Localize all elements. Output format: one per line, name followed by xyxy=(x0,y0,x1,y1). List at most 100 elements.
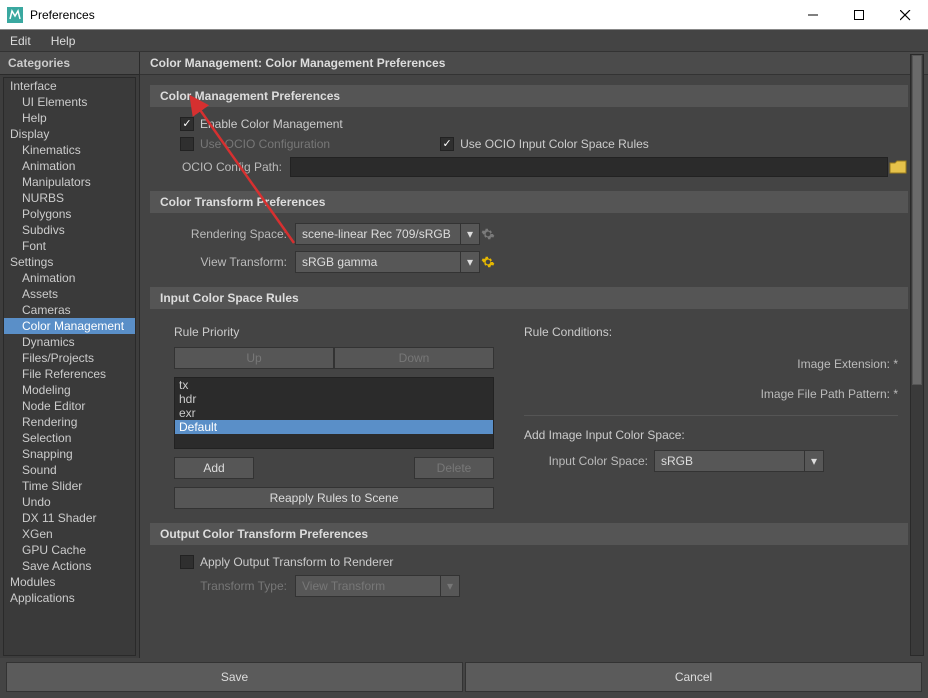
menu-edit[interactable]: Edit xyxy=(6,32,35,50)
sidebar-item-polygons[interactable]: Polygons xyxy=(4,206,135,222)
sidebar-item-kinematics[interactable]: Kinematics xyxy=(4,142,135,158)
gear-icon[interactable] xyxy=(480,254,496,270)
sidebar-item-dynamics[interactable]: Dynamics xyxy=(4,334,135,350)
rendering-space-value: scene-linear Rec 709/sRGB xyxy=(302,227,451,241)
view-transform-label: View Transform: xyxy=(150,255,295,269)
sidebar-item-time-slider[interactable]: Time Slider xyxy=(4,478,135,494)
sidebar-item-cameras[interactable]: Cameras xyxy=(4,302,135,318)
sidebar-item-files-projects[interactable]: Files/Projects xyxy=(4,350,135,366)
category-list[interactable]: InterfaceUI ElementsHelpDisplayKinematic… xyxy=(3,77,136,656)
menubar: Edit Help xyxy=(0,30,928,52)
use-ocio-rules-checkbox[interactable] xyxy=(440,137,454,151)
sidebar-item-file-references[interactable]: File References xyxy=(4,366,135,382)
sidebar-item-font[interactable]: Font xyxy=(4,238,135,254)
rule-conditions-heading: Rule Conditions: xyxy=(524,325,898,339)
rendering-space-dropdown[interactable]: scene-linear Rec 709/sRGB ▾ xyxy=(295,223,480,245)
sidebar-item-sound[interactable]: Sound xyxy=(4,462,135,478)
sidebar-header: Categories xyxy=(0,52,139,75)
enable-color-mgmt-checkbox[interactable] xyxy=(180,117,194,131)
sidebar-item-xgen[interactable]: XGen xyxy=(4,526,135,542)
sidebar-item-undo[interactable]: Undo xyxy=(4,494,135,510)
window-title: Preferences xyxy=(30,8,790,22)
sidebar-item-animation[interactable]: Animation xyxy=(4,158,135,174)
content-body: Color Management Preferences Enable Colo… xyxy=(140,75,928,658)
sidebar-item-selection[interactable]: Selection xyxy=(4,430,135,446)
rendering-space-label: Rendering Space: xyxy=(150,227,295,241)
footer-bar: Save Cancel xyxy=(0,658,928,698)
sidebar-item-snapping[interactable]: Snapping xyxy=(4,446,135,462)
section-header-output-prefs: Output Color Transform Preferences xyxy=(150,523,908,545)
content-area: Color Management: Color Management Prefe… xyxy=(140,52,928,658)
transform-type-dropdown[interactable]: View Transform ▾ xyxy=(295,575,460,597)
list-item[interactable]: hdr xyxy=(175,392,493,406)
save-button[interactable]: Save xyxy=(6,662,463,692)
sidebar-item-nurbs[interactable]: NURBS xyxy=(4,190,135,206)
list-item[interactable]: tx xyxy=(175,378,493,392)
add-button[interactable]: Add xyxy=(174,457,254,479)
transform-type-value: View Transform xyxy=(302,579,385,593)
scrollbar-thumb[interactable] xyxy=(912,55,922,385)
menu-help[interactable]: Help xyxy=(47,32,80,50)
view-transform-value: sRGB gamma xyxy=(302,255,377,269)
input-color-space-value: sRGB xyxy=(661,454,693,468)
down-button[interactable]: Down xyxy=(334,347,494,369)
sidebar-item-subdivs[interactable]: Subdivs xyxy=(4,222,135,238)
chevron-down-icon: ▾ xyxy=(460,252,473,272)
browse-folder-icon[interactable] xyxy=(888,158,908,176)
sidebar-item-applications[interactable]: Applications xyxy=(4,590,135,606)
section-ct-prefs: Color Transform Preferences Rendering Sp… xyxy=(150,191,908,273)
sidebar-item-manipulators[interactable]: Manipulators xyxy=(4,174,135,190)
input-color-space-dropdown[interactable]: sRGB ▾ xyxy=(654,450,824,472)
chevron-down-icon: ▾ xyxy=(460,224,473,244)
sidebar-item-modeling[interactable]: Modeling xyxy=(4,382,135,398)
sidebar-item-node-editor[interactable]: Node Editor xyxy=(4,398,135,414)
sidebar-item-assets[interactable]: Assets xyxy=(4,286,135,302)
sidebar-item-interface[interactable]: Interface xyxy=(4,78,135,94)
divider xyxy=(524,415,898,416)
enable-color-mgmt-label: Enable Color Management xyxy=(200,117,343,131)
rule-priority-heading: Rule Priority xyxy=(174,325,494,339)
sidebar-item-dx-11-shader[interactable]: DX 11 Shader xyxy=(4,510,135,526)
sidebar-item-display[interactable]: Display xyxy=(4,126,135,142)
apply-output-transform-checkbox[interactable] xyxy=(180,555,194,569)
minimize-button[interactable] xyxy=(790,0,836,30)
window-controls xyxy=(790,0,928,29)
sidebar-item-animation[interactable]: Animation xyxy=(4,270,135,286)
ocio-path-input[interactable] xyxy=(290,157,888,177)
rule-priority-list[interactable]: txhdrexrDefault xyxy=(174,377,494,449)
sidebar-item-save-actions[interactable]: Save Actions xyxy=(4,558,135,574)
cancel-button[interactable]: Cancel xyxy=(465,662,922,692)
sidebar: Categories InterfaceUI ElementsHelpDispl… xyxy=(0,52,140,658)
reapply-rules-button[interactable]: Reapply Rules to Scene xyxy=(174,487,494,509)
sidebar-item-color-management[interactable]: Color Management xyxy=(4,318,135,334)
add-input-space-heading: Add Image Input Color Space: xyxy=(524,428,898,442)
use-ocio-rules-label: Use OCIO Input Color Space Rules xyxy=(460,137,649,151)
sidebar-item-ui-elements[interactable]: UI Elements xyxy=(4,94,135,110)
sidebar-item-gpu-cache[interactable]: GPU Cache xyxy=(4,542,135,558)
apply-output-transform-label: Apply Output Transform to Renderer xyxy=(200,555,393,569)
use-ocio-config-checkbox[interactable] xyxy=(180,137,194,151)
list-item[interactable]: exr xyxy=(175,406,493,420)
sidebar-item-modules[interactable]: Modules xyxy=(4,574,135,590)
window-titlebar: Preferences xyxy=(0,0,928,30)
sidebar-item-help[interactable]: Help xyxy=(4,110,135,126)
chevron-down-icon: ▾ xyxy=(804,451,817,471)
list-item[interactable]: Default xyxy=(175,420,493,434)
image-extension-label: Image Extension: * xyxy=(524,355,898,373)
section-input-rules: Input Color Space Rules Rule Priority Up… xyxy=(150,287,908,509)
use-ocio-config-label: Use OCIO Configuration xyxy=(200,137,330,151)
main-container: Categories InterfaceUI ElementsHelpDispl… xyxy=(0,52,928,658)
ocio-path-label: OCIO Config Path: xyxy=(180,160,290,174)
close-button[interactable] xyxy=(882,0,928,30)
gear-icon[interactable] xyxy=(480,226,496,242)
maximize-button[interactable] xyxy=(836,0,882,30)
view-transform-dropdown[interactable]: sRGB gamma ▾ xyxy=(295,251,480,273)
up-button[interactable]: Up xyxy=(174,347,334,369)
input-color-space-label: Input Color Space: xyxy=(524,454,654,468)
delete-button[interactable]: Delete xyxy=(414,457,494,479)
transform-type-label: Transform Type: xyxy=(180,579,295,593)
sidebar-item-settings[interactable]: Settings xyxy=(4,254,135,270)
sidebar-item-rendering[interactable]: Rendering xyxy=(4,414,135,430)
vertical-scrollbar[interactable] xyxy=(910,54,924,656)
chevron-down-icon: ▾ xyxy=(440,576,453,596)
